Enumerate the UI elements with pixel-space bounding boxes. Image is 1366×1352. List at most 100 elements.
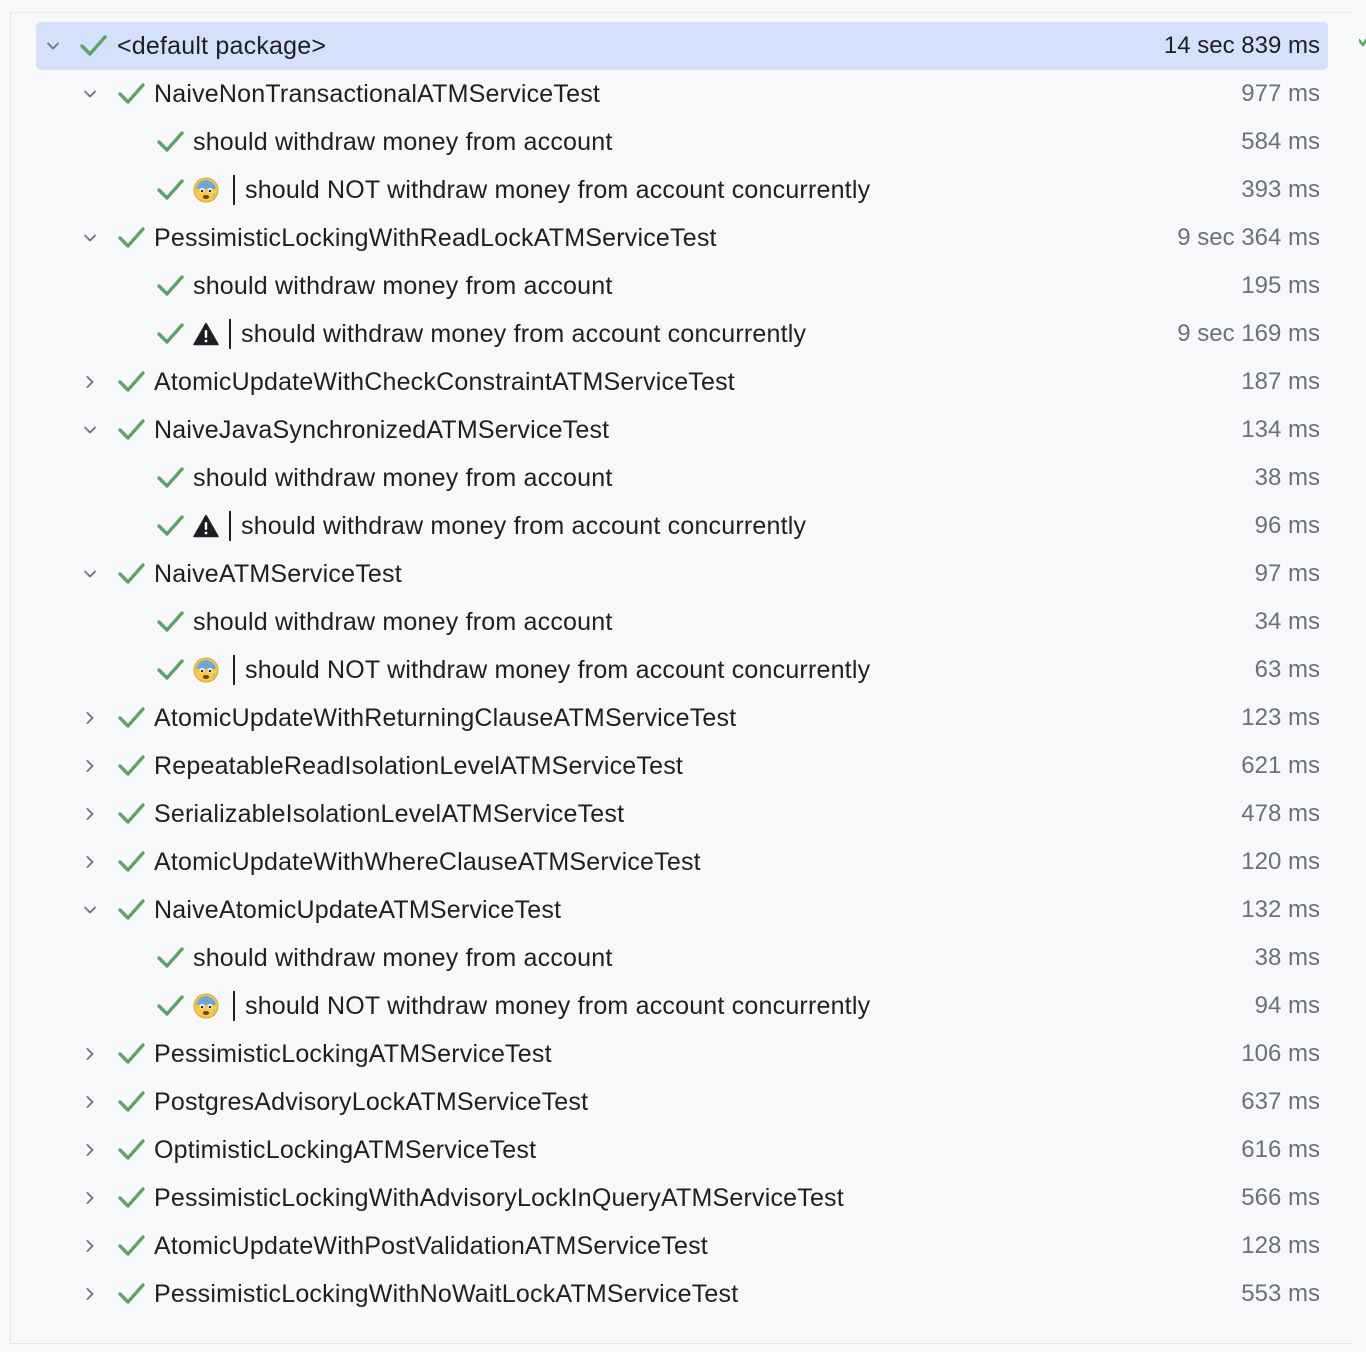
test-class-duration: 187 ms bbox=[1241, 368, 1320, 395]
test-method-row[interactable]: should withdraw money from account 195 ms bbox=[36, 262, 1328, 310]
test-method-row[interactable]: should withdraw money from account 38 ms bbox=[36, 454, 1328, 502]
test-method-duration: 9 sec 169 ms bbox=[1177, 320, 1320, 347]
chevron-down-icon[interactable] bbox=[79, 886, 101, 934]
check-icon bbox=[116, 838, 146, 886]
test-class-name: OptimisticLockingATMServiceTest bbox=[154, 1135, 537, 1164]
chevron-right-icon[interactable] bbox=[79, 1174, 101, 1222]
test-method-row[interactable]: should NOT withdraw money from account c… bbox=[36, 982, 1328, 1030]
test-class-duration: 128 ms bbox=[1241, 1232, 1320, 1259]
check-icon bbox=[116, 358, 146, 406]
test-method-name: should withdraw money from account concu… bbox=[241, 319, 807, 348]
chevron-right-icon[interactable] bbox=[79, 1126, 101, 1174]
test-method-name: should withdraw money from account bbox=[193, 271, 613, 300]
test-method-label-group: should withdraw money from account bbox=[193, 454, 613, 502]
test-class-duration: 637 ms bbox=[1241, 1088, 1320, 1115]
test-class-name: NaiveATMServiceTest bbox=[154, 559, 402, 588]
test-class-name: AtomicUpdateWithPostValidationATMService… bbox=[154, 1231, 708, 1260]
test-method-name: should withdraw money from account bbox=[193, 943, 613, 972]
test-method-label-group: should withdraw money from account concu… bbox=[193, 502, 806, 550]
test-class-row[interactable]: AtomicUpdateWithCheckConstraintATMServic… bbox=[36, 358, 1328, 406]
test-class-duration: 9 sec 364 ms bbox=[1177, 224, 1320, 251]
test-class-row[interactable]: OptimisticLockingATMServiceTest 616 ms bbox=[36, 1126, 1328, 1174]
test-class-duration: 97 ms bbox=[1254, 560, 1320, 587]
check-icon bbox=[116, 214, 146, 262]
check-icon bbox=[116, 1270, 146, 1318]
test-class-duration: 478 ms bbox=[1241, 800, 1320, 827]
chevron-right-icon[interactable] bbox=[79, 1078, 101, 1126]
test-method-label-group: should withdraw money from account bbox=[193, 262, 613, 310]
test-method-duration: 94 ms bbox=[1254, 992, 1320, 1019]
chevron-down-icon[interactable] bbox=[79, 550, 101, 598]
check-icon bbox=[116, 70, 146, 118]
test-method-label-group: should withdraw money from account bbox=[193, 598, 613, 646]
test-class-row[interactable]: RepeatableReadIsolationLevelATMServiceTe… bbox=[36, 742, 1328, 790]
test-method-label-group: should withdraw money from account bbox=[193, 118, 613, 166]
chevron-right-icon[interactable] bbox=[79, 1222, 101, 1270]
chevron-down-icon[interactable] bbox=[79, 406, 101, 454]
test-class-row[interactable]: NaiveAtomicUpdateATMServiceTest 132 ms bbox=[36, 886, 1328, 934]
test-method-label-group: should NOT withdraw money from account c… bbox=[193, 166, 870, 214]
test-class-duration: 553 ms bbox=[1241, 1280, 1320, 1307]
test-class-row[interactable]: PostgresAdvisoryLockATMServiceTest 637 ms bbox=[36, 1078, 1328, 1126]
test-method-name: should withdraw money from account bbox=[193, 463, 613, 492]
check-icon bbox=[116, 694, 146, 742]
separator-bar bbox=[229, 319, 231, 349]
check-icon bbox=[155, 646, 185, 694]
test-method-row[interactable]: should withdraw money from account concu… bbox=[36, 502, 1328, 550]
test-method-row[interactable]: should withdraw money from account 584 ms bbox=[36, 118, 1328, 166]
test-class-row[interactable]: PessimisticLockingWithAdvisoryLockInQuer… bbox=[36, 1174, 1328, 1222]
test-method-duration: 393 ms bbox=[1241, 176, 1320, 203]
test-class-row[interactable]: AtomicUpdateWithPostValidationATMService… bbox=[36, 1222, 1328, 1270]
package-duration: 14 sec 839 ms bbox=[1163, 32, 1320, 59]
test-class-row[interactable]: PessimisticLockingATMServiceTest 106 ms bbox=[36, 1030, 1328, 1078]
test-class-name: AtomicUpdateWithCheckConstraintATMServic… bbox=[154, 367, 735, 396]
test-method-row[interactable]: should NOT withdraw money from account c… bbox=[36, 166, 1328, 214]
check-icon bbox=[116, 550, 146, 598]
test-method-name: should withdraw money from account concu… bbox=[241, 511, 807, 540]
chevron-down-icon[interactable] bbox=[79, 214, 101, 262]
check-icon bbox=[78, 22, 108, 70]
chevron-right-icon[interactable] bbox=[79, 1030, 101, 1078]
chevron-right-icon[interactable] bbox=[79, 790, 101, 838]
test-class-row[interactable]: AtomicUpdateWithReturningClauseATMServic… bbox=[36, 694, 1328, 742]
tree-root-default-package[interactable]: <default package> 14 sec 839 ms bbox=[36, 22, 1328, 70]
warning-icon bbox=[193, 322, 219, 346]
test-class-name: PessimisticLockingWithAdvisoryLockInQuer… bbox=[154, 1183, 844, 1212]
test-method-row[interactable]: should withdraw money from account 34 ms bbox=[36, 598, 1328, 646]
check-icon bbox=[116, 790, 146, 838]
test-class-duration: 621 ms bbox=[1241, 752, 1320, 779]
test-method-row[interactable]: should withdraw money from account 38 ms bbox=[36, 934, 1328, 982]
test-class-name: PessimisticLockingATMServiceTest bbox=[154, 1039, 552, 1068]
test-class-row[interactable]: SerializableIsolationLevelATMServiceTest… bbox=[36, 790, 1328, 838]
test-class-row[interactable]: NaiveNonTransactionalATMServiceTest 977 m… bbox=[36, 70, 1328, 118]
test-class-duration: 566 ms bbox=[1241, 1184, 1320, 1211]
test-method-duration: 38 ms bbox=[1254, 464, 1320, 491]
chevron-right-icon[interactable] bbox=[79, 358, 101, 406]
test-class-name: NaiveNonTransactionalATMServiceTest bbox=[154, 79, 601, 108]
chevron-right-icon[interactable] bbox=[79, 1270, 101, 1318]
test-method-row[interactable]: should NOT withdraw money from account c… bbox=[36, 646, 1328, 694]
check-icon bbox=[155, 118, 185, 166]
check-icon bbox=[155, 598, 185, 646]
test-method-label-group: should NOT withdraw money from account c… bbox=[193, 646, 870, 694]
chevron-down-icon[interactable] bbox=[42, 22, 64, 70]
adjacent-panel-edge bbox=[1353, 0, 1366, 1352]
chevron-right-icon[interactable] bbox=[79, 694, 101, 742]
chevron-down-icon[interactable] bbox=[79, 70, 101, 118]
test-class-row[interactable]: AtomicUpdateWithWhereClauseATMServiceTes… bbox=[36, 838, 1328, 886]
test-method-duration: 38 ms bbox=[1254, 944, 1320, 971]
chevron-right-icon[interactable] bbox=[79, 742, 101, 790]
test-class-row[interactable]: PessimisticLockingWithReadLockATMService… bbox=[36, 214, 1328, 262]
test-class-name: NaiveAtomicUpdateATMServiceTest bbox=[154, 895, 562, 924]
test-class-duration: 106 ms bbox=[1241, 1040, 1320, 1067]
test-class-name: AtomicUpdateWithReturningClauseATMServic… bbox=[154, 703, 737, 732]
test-class-duration: 120 ms bbox=[1241, 848, 1320, 875]
test-class-row[interactable]: PessimisticLockingWithNoWaitLockATMServi… bbox=[36, 1270, 1328, 1318]
scared-face-emoji-icon bbox=[193, 657, 219, 683]
package-label: <default package> bbox=[117, 31, 327, 60]
chevron-right-icon[interactable] bbox=[79, 838, 101, 886]
test-class-row[interactable]: NaiveJavaSynchronizedATMServiceTest 134 m… bbox=[36, 406, 1328, 454]
test-class-row[interactable]: NaiveATMServiceTest 97 ms bbox=[36, 550, 1328, 598]
check-icon bbox=[155, 934, 185, 982]
test-method-row[interactable]: should withdraw money from account concu… bbox=[36, 310, 1328, 358]
